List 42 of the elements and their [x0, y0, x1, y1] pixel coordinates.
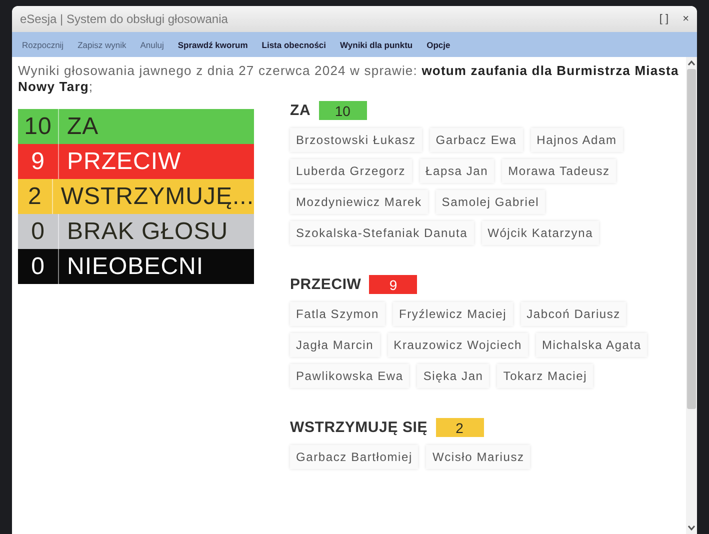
scrollbar[interactable] — [686, 57, 697, 534]
councillor-name: Hajnos Adam — [530, 128, 623, 152]
vote-category-label: WSTRZYMUJĘ... — [60, 182, 254, 210]
councillor-name: Morawa Tadeusz — [502, 159, 616, 183]
councillor-name: Garbacz Bartłomiej — [290, 445, 418, 469]
councillor-name: Garbacz Ewa — [430, 128, 523, 152]
vote-category-label: PRZECIW — [66, 148, 182, 176]
voting-results-heading: Wyniki głosowania jawnego z dnia 27 czerwca 2024 w sprawie: wotum zaufania dla Burmistrza Miasta Nowy Targ; — [18, 63, 680, 95]
councillor-name: Jabcoń Dariusz — [520, 302, 626, 326]
councillor-name: Krauzowicz Wojciech — [388, 333, 528, 357]
councillor-name: Łapsa Jan — [420, 159, 494, 183]
councillor-name: Luberda Grzegorz — [290, 159, 412, 183]
close-button[interactable]: × — [682, 13, 689, 25]
vote-count-badge: 9 — [369, 275, 418, 294]
councillor-name: Mozdyniewicz Marek — [290, 190, 428, 214]
councillor-name: Fatla Szymon — [290, 302, 385, 326]
councillor-name: Pawlikowska Ewa — [290, 364, 410, 388]
toolbar-button[interactable]: Lista obecności — [262, 40, 326, 50]
vote-group-label: WSTRZYMUJĘ SIĘ — [290, 419, 428, 436]
window-title: eSesja | System do obsługi głosowania — [20, 12, 229, 26]
toolbar-button[interactable]: Opcje — [426, 40, 450, 50]
councillor-name: Tokarz Maciej — [497, 364, 594, 388]
vote-group-label: ZA — [290, 102, 311, 119]
vote-count-badge: 2 — [436, 418, 484, 437]
toolbar-button[interactable]: Sprawdź kworum — [178, 40, 248, 50]
maximize-button[interactable]: [ ] — [659, 13, 669, 25]
councillor-name: Jagła Marcin — [290, 333, 380, 357]
councillor-name: Sięka Jan — [417, 364, 490, 388]
councillor-name: Brzostowski Łukasz — [290, 128, 422, 152]
vote-group-label: PRZECIW — [290, 276, 362, 293]
councillor-name: Wójcik Katarzyna — [482, 221, 600, 245]
vote-category-label: ZA — [66, 112, 99, 140]
vote-count: 0 — [18, 249, 59, 284]
vote-category-label: NIEOBECNI — [66, 252, 204, 280]
councillor-name: Szokalska-Stefaniak Danuta — [290, 221, 474, 245]
toolbar-button[interactable]: Wyniki dla punktu — [340, 40, 413, 50]
councillor-name: Samolej Gabriel — [436, 190, 546, 214]
councillor-name: Michalska Agata — [536, 333, 648, 357]
councillor-name: Wcisło Mariusz — [426, 445, 530, 469]
councillor-name: Fryźlewicz Maciej — [392, 302, 513, 326]
vote-category-label: BRAK GŁOSU — [66, 218, 228, 246]
vote-count-badge: 10 — [318, 101, 367, 120]
